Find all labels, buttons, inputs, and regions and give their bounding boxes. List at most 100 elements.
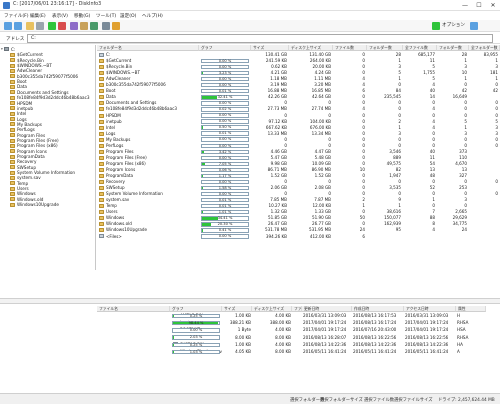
column-header[interactable]: 属性 xyxy=(456,306,486,312)
column-header[interactable]: グラフ xyxy=(199,45,251,51)
folder-icon xyxy=(10,106,15,111)
usage-bar: 0.06 % xyxy=(201,167,249,173)
column-header[interactable]: ディスク上サイズ xyxy=(252,306,292,312)
cell-attr: HA xyxy=(457,341,463,347)
address-input[interactable]: C: xyxy=(27,34,493,43)
status-drive: ドライブ: 2,457,624.44 MB xyxy=(438,398,495,403)
usage-bar: 32.41 % xyxy=(201,95,249,100)
folder-tree[interactable]: ▾ C: $GetCurrent $Recycle.Bin $WINDOWS.~BT Ad… xyxy=(0,45,96,270)
table-row[interactable]: <Files> 0.00 % 394.26 KB 412.00 KB 6 xyxy=(97,234,500,240)
column-header[interactable]: 作成日時 xyxy=(352,306,404,312)
drive-icon[interactable] xyxy=(36,22,44,30)
menu-settings[interactable]: 設定(O) xyxy=(120,13,136,19)
usage-percent: 0.00 % xyxy=(218,191,232,196)
usage-percent: 3.42 % xyxy=(218,149,232,154)
column-header[interactable]: サイズ xyxy=(222,306,252,312)
menu-tools[interactable]: ツール(T) xyxy=(96,13,116,19)
folder-icon xyxy=(10,52,15,57)
usage-percent: 0.01 % xyxy=(218,89,232,94)
file-row[interactable]: AMTAG.BIN0.25 %1.00 KB4.00 KB2016/03/31 … xyxy=(97,313,500,319)
tree-item[interactable]: Windows10Upgrade xyxy=(0,202,95,207)
cell-attr: H xyxy=(457,313,461,318)
refresh-icon[interactable] xyxy=(48,22,56,30)
column-header[interactable]: ファイル数 xyxy=(333,45,367,51)
cell-created: 2016/05/11 16:41:24 xyxy=(353,349,397,354)
status-selected-file-size: 選択ファイルサイズ xyxy=(394,398,433,403)
forward-icon[interactable] xyxy=(14,22,22,30)
back-icon[interactable] xyxy=(4,22,12,30)
pane-splitter[interactable] xyxy=(0,298,500,304)
usage-percent: 7.05 % xyxy=(218,161,232,166)
options-button[interactable]: オプション xyxy=(442,22,465,30)
file-row[interactable]: bootmgr98.44 %388.21 KB388.00 KB2017/04/… xyxy=(97,320,500,326)
column-header[interactable]: ディスク上サイズ xyxy=(289,45,333,51)
help-icon[interactable] xyxy=(470,22,478,30)
usage-bar: 1.58 % xyxy=(201,185,249,191)
cell-disk: 8.00 KB xyxy=(275,349,291,354)
column-header[interactable]: フォルダー名 xyxy=(97,45,199,51)
cell-updated: 2016/03/31 13:09:03 xyxy=(303,313,347,318)
folder-icon xyxy=(10,122,15,127)
cell-size: 388.21 KB xyxy=(229,320,251,326)
close-button[interactable]: ✕ xyxy=(486,1,500,10)
search-icon[interactable] xyxy=(112,22,120,30)
column-header[interactable]: ファイル数 xyxy=(292,306,302,312)
cell-allfiles xyxy=(403,234,435,240)
export-icon[interactable] xyxy=(90,22,98,30)
usage-percent: 0.41 % xyxy=(218,228,232,233)
usage-bar: 0.41 % xyxy=(201,228,249,233)
column-header[interactable]: サイズ xyxy=(251,45,289,51)
folder-icon xyxy=(99,113,104,118)
cell-attr: HSA xyxy=(457,327,466,333)
usage-percent: 0.00 % xyxy=(218,143,232,148)
usage-percent: 98.44 % xyxy=(188,320,204,325)
print-icon[interactable] xyxy=(102,22,110,30)
cell-attr: RHSA xyxy=(457,320,469,326)
column-header[interactable]: グラフ xyxy=(170,306,222,312)
folder-list: フォルダー名 グラフ サイズ ディスク上サイズ ファイル数 フォルダー数 全ファイル数 フォル… xyxy=(97,45,500,296)
menu-edit[interactable]: 編集(E) xyxy=(30,13,46,19)
usage-percent: 0.50 % xyxy=(218,125,232,130)
usage-percent: 0.00 % xyxy=(218,64,232,69)
file-row[interactable]: BOOTNXT0.00 %1 Byte4.00 KB2017/04/01 19:… xyxy=(97,327,500,333)
folder-icon xyxy=(99,167,104,172)
copy-icon[interactable] xyxy=(80,22,88,30)
folder-icon xyxy=(10,197,15,202)
menu-help[interactable]: ヘルプ(H) xyxy=(142,13,163,19)
folder-icon xyxy=(99,198,104,203)
usage-bar: 0.25 % xyxy=(172,342,220,347)
folder-icon xyxy=(10,165,15,170)
maximize-button[interactable]: ☐ xyxy=(472,1,486,10)
column-header[interactable]: アクセス日時 xyxy=(404,306,456,312)
folder-icon xyxy=(10,133,15,138)
file-row[interactable]: BOOTSECT.BAK2.03 %8.00 KB8.00 KB2016/08/… xyxy=(97,335,500,341)
file-row[interactable]: SYSTAG.BIN0.25 %1.00 KB4.00 KB2016/08/13… xyxy=(97,342,500,348)
column-header[interactable]: ファイル名 xyxy=(97,306,170,312)
menu-view[interactable]: 表示(V) xyxy=(52,13,68,19)
chart-icon[interactable] xyxy=(70,22,78,30)
column-header[interactable]: フォルダー数 xyxy=(437,45,469,51)
menu-go[interactable]: 移動(G) xyxy=(74,13,90,19)
folder-icon xyxy=(99,119,104,124)
stop-icon[interactable] xyxy=(58,22,66,30)
cell-accessed: 2017/04/01 19:17:24 xyxy=(405,327,449,333)
files-icon xyxy=(99,234,104,239)
usage-percent: 0.00 % xyxy=(218,76,232,81)
cell-accessed: 2016/08/13 16:22:56 xyxy=(405,334,449,340)
gear-icon[interactable] xyxy=(432,22,440,30)
column-header[interactable]: フォルダー数 xyxy=(367,45,403,51)
column-header[interactable]: 更新日時 xyxy=(302,306,352,312)
column-header[interactable]: 全ファイル数 xyxy=(403,45,437,51)
usage-percent: 0.01 % xyxy=(218,204,232,209)
usage-percent: 1.03 % xyxy=(189,349,203,354)
folder-up-icon[interactable] xyxy=(26,22,34,30)
file-row[interactable]: WirelessDiagLog.csv1.03 %4.05 KB8.00 KB2… xyxy=(97,349,500,355)
cell-disk: 4.00 KB xyxy=(275,313,291,318)
cell-folders xyxy=(367,234,401,240)
folder-icon xyxy=(99,222,104,227)
column-header[interactable]: 全フォルダー数 xyxy=(469,45,500,51)
minimize-button[interactable]: — xyxy=(458,1,472,10)
cell-created: 2016/08/13 16:17:53 xyxy=(353,313,397,318)
menu-file[interactable]: ファイル(F) xyxy=(4,13,29,19)
usage-bar: 0.01 % xyxy=(201,197,249,203)
